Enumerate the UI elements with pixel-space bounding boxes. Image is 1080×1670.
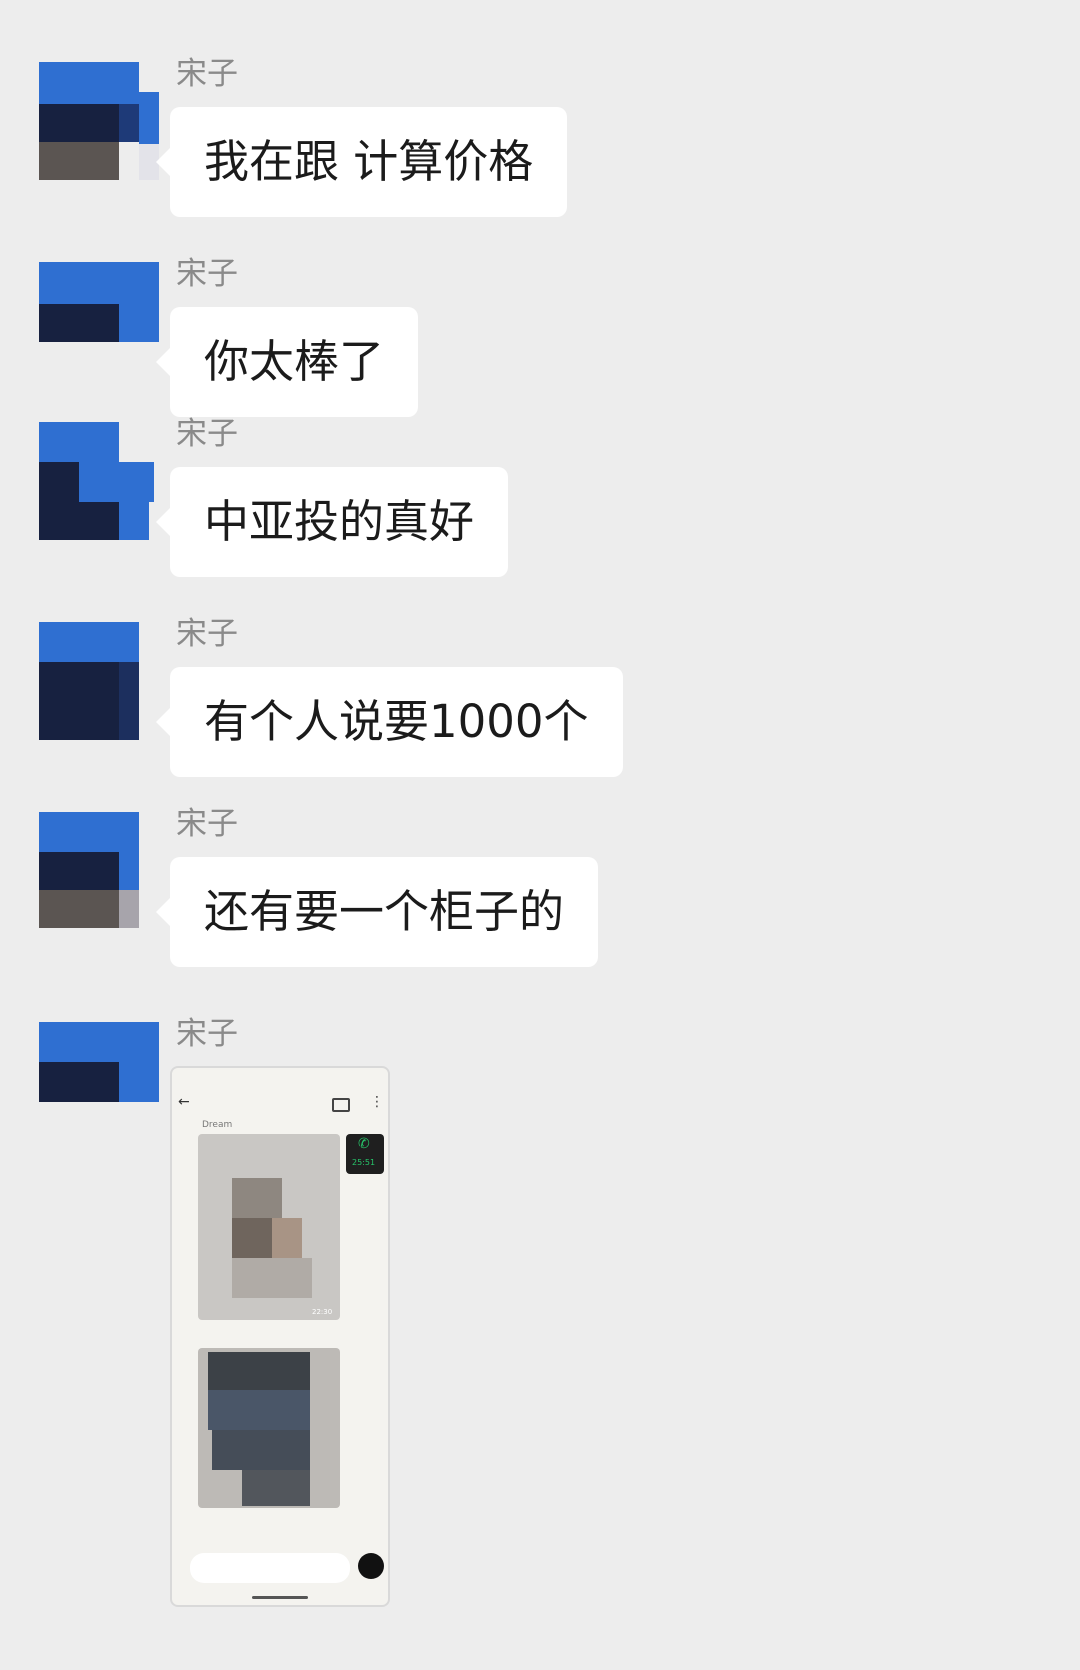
video-time: 22:30 [312,1308,333,1316]
image-message[interactable]: ← ⋮ Dream ✆ 25:51 22:30 [170,1066,390,1607]
video-icon [332,1098,350,1112]
message-bubble[interactable]: 还有要一个柜子的 [155,857,599,967]
phone-icon: ✆ [358,1136,370,1152]
message-bubble[interactable]: 你太棒了 [155,307,419,417]
back-arrow-icon: ← [178,1094,190,1110]
sender-name: 宋子 [176,416,238,452]
avatar[interactable] [39,812,159,932]
more-icon: ⋮ [370,1094,384,1110]
avatar[interactable] [39,62,159,182]
input-bar [190,1553,350,1583]
message-bubble[interactable]: 中亚投的真好 [155,467,509,577]
call-time: 25:51 [352,1158,376,1167]
message-bubble[interactable]: 有个人说要1000个 [156,667,623,777]
message-bubble[interactable]: 我在跟 计算价格 [155,107,568,217]
sender-name: 宋子 [176,616,238,652]
sender-name: 宋子 [176,256,238,292]
avatar[interactable] [39,262,159,342]
avatar[interactable] [39,1022,159,1102]
header-label: Dream [202,1120,233,1130]
avatar[interactable] [39,422,159,542]
sender-name: 宋子 [176,806,238,842]
sender-name: 宋子 [176,1016,238,1052]
sender-name: 宋子 [176,56,238,92]
avatar[interactable] [39,622,159,742]
mic-button-icon [358,1553,384,1579]
